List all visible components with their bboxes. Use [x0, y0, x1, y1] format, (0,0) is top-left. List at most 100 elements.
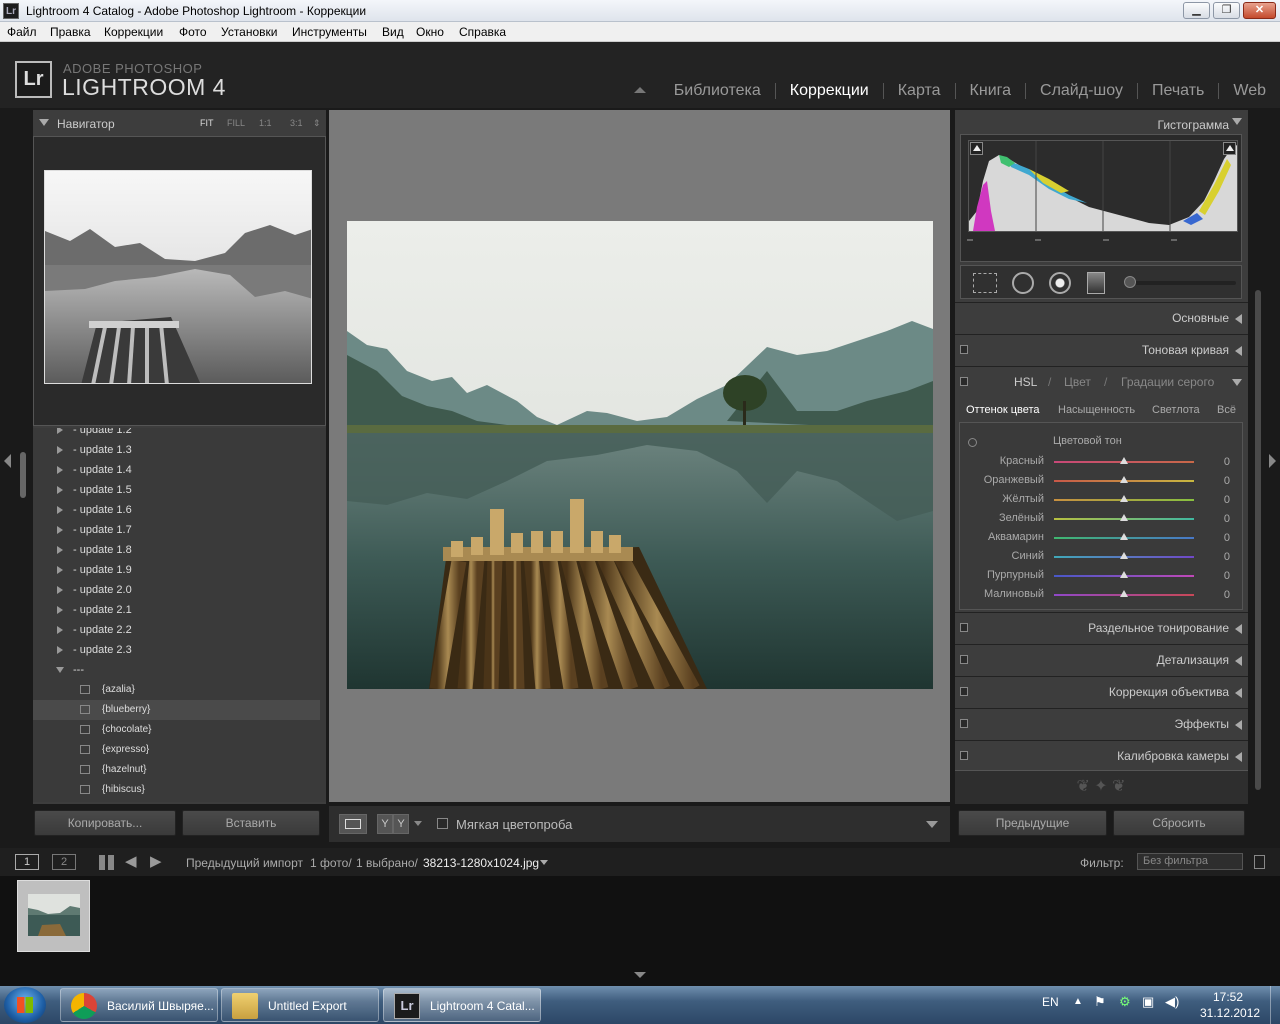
module-library[interactable]: Библиотека: [660, 82, 775, 100]
menu-settings[interactable]: Установки: [221, 25, 277, 39]
module-develop[interactable]: Коррекции: [776, 82, 883, 100]
zoom-fill[interactable]: FILL: [227, 118, 245, 128]
list-item[interactable]: - update 1.2: [33, 428, 320, 440]
slider-orange[interactable]: Оранжевый 0: [960, 471, 1244, 490]
list-item[interactable]: - update 1.3: [33, 440, 320, 460]
zoom-1-1[interactable]: 1:1: [259, 118, 272, 128]
slider-yellow[interactable]: Жёлтый 0: [960, 490, 1244, 509]
expand-arrow-icon[interactable]: [57, 466, 63, 474]
preset-item[interactable]: {expresso}: [33, 740, 320, 760]
expand-arrow-icon[interactable]: [57, 446, 63, 454]
start-button[interactable]: [4, 987, 46, 1023]
expand-triangle-icon[interactable]: [1235, 752, 1242, 762]
navigator-header[interactable]: Навигатор FIT FILL 1:1 3:1 ⇕: [33, 110, 326, 136]
right-scrollbar[interactable]: [1255, 290, 1261, 790]
section-split-toning[interactable]: Раздельное тонирование: [955, 612, 1248, 642]
section-basic[interactable]: Основные: [955, 302, 1248, 332]
list-item[interactable]: - update 2.1: [33, 600, 320, 620]
list-item[interactable]: - update 2.0: [33, 580, 320, 600]
panel-switch-icon[interactable]: [960, 751, 968, 760]
slider-green[interactable]: Зелёный 0: [960, 509, 1244, 528]
reset-button[interactable]: Сбросить: [1113, 810, 1245, 836]
expand-arrow-icon[interactable]: [57, 486, 63, 494]
slider-purple[interactable]: Пурпурный 0: [960, 566, 1244, 585]
filter-lock-icon[interactable]: [1254, 855, 1265, 869]
shadow-clipping-icon[interactable]: [970, 142, 983, 155]
left-scrollbar[interactable]: [20, 452, 26, 498]
section-effects[interactable]: Эффекты: [955, 708, 1248, 738]
collapse-triangle-icon[interactable]: [1232, 379, 1242, 386]
section-detail[interactable]: Детализация: [955, 644, 1248, 674]
show-hidden-icons-icon[interactable]: ▲: [1073, 996, 1083, 1007]
before-after-left-button[interactable]: Y: [377, 814, 393, 834]
graduated-filter-icon[interactable]: [1087, 272, 1105, 294]
filmstrip-thumbnail[interactable]: [17, 880, 90, 952]
display-icon[interactable]: ▣: [1142, 994, 1154, 1010]
before-after-right-button[interactable]: Y: [393, 814, 409, 834]
taskbar-folder[interactable]: Untitled Export: [221, 988, 379, 1022]
network-icon[interactable]: ⚙: [1119, 994, 1131, 1010]
slider-red[interactable]: Красный 0: [960, 452, 1244, 471]
expand-arrow-icon[interactable]: [57, 586, 63, 594]
tab-all[interactable]: Всё: [1217, 404, 1236, 416]
menu-tools[interactable]: Инструменты: [292, 25, 367, 39]
expand-triangle-icon[interactable]: [1235, 346, 1242, 356]
collapse-arrow-icon[interactable]: [56, 667, 64, 673]
module-book[interactable]: Книга: [956, 82, 1025, 100]
module-map[interactable]: Карта: [884, 82, 955, 100]
module-web[interactable]: Web: [1219, 82, 1266, 100]
menu-develop[interactable]: Коррекции: [104, 25, 163, 39]
section-hsl-header[interactable]: HSL / Цвет / Градации серого: [955, 366, 1248, 396]
panel-switch-icon[interactable]: [960, 655, 968, 664]
toolbar-menu-dropdown-icon[interactable]: [926, 821, 938, 828]
slider-aqua[interactable]: Аквамарин 0: [960, 528, 1244, 547]
panel-switch-icon[interactable]: [960, 377, 968, 386]
preset-item-selected[interactable]: {blueberry}: [33, 700, 320, 720]
expand-triangle-icon[interactable]: [1235, 720, 1242, 730]
expand-arrow-icon[interactable]: [57, 626, 63, 634]
list-item[interactable]: - update 2.2: [33, 620, 320, 640]
copy-settings-button[interactable]: Копировать...: [34, 810, 176, 836]
expand-arrow-icon[interactable]: [57, 566, 63, 574]
softproof-checkbox[interactable]: [437, 818, 448, 829]
tab-saturation[interactable]: Насыщенность: [1058, 404, 1135, 416]
expand-arrow-icon[interactable]: [57, 606, 63, 614]
hsl-tab-color[interactable]: Цвет: [1064, 375, 1091, 389]
before-after-dropdown-icon[interactable]: [414, 821, 422, 826]
language-indicator[interactable]: EN: [1042, 995, 1059, 1009]
menu-view[interactable]: Вид: [382, 25, 404, 39]
right-panel-toggle-icon[interactable]: [1269, 454, 1276, 468]
taskbar-chrome[interactable]: Василий Швыряе...: [60, 988, 218, 1022]
taskbar-lightroom[interactable]: Lr Lightroom 4 Catal...: [383, 988, 541, 1022]
zoom-stepper-icon[interactable]: ⇕: [313, 118, 321, 129]
preset-item[interactable]: {hazelnut}: [33, 760, 320, 780]
expand-arrow-icon[interactable]: [57, 526, 63, 534]
navigator-thumbnail[interactable]: [44, 170, 312, 384]
volume-icon[interactable]: ◀): [1165, 994, 1179, 1010]
brush-slider-knob[interactable]: [1124, 276, 1136, 288]
histogram-graph[interactable]: [968, 140, 1238, 232]
tab-hue[interactable]: Оттенок цвета: [966, 404, 1040, 416]
list-item[interactable]: - update 1.4: [33, 460, 320, 480]
highlight-clipping-icon[interactable]: [1223, 142, 1236, 155]
module-slideshow[interactable]: Слайд-шоу: [1026, 82, 1137, 100]
filter-select[interactable]: Без фильтра: [1137, 853, 1243, 870]
menu-file[interactable]: Файл: [7, 25, 37, 39]
zoom-fit[interactable]: FIT: [200, 118, 214, 128]
collapse-triangle-icon[interactable]: [1232, 118, 1242, 125]
tab-luminance[interactable]: Светлота: [1152, 404, 1200, 416]
panel-switch-icon[interactable]: [960, 623, 968, 632]
action-center-flag-icon[interactable]: ⚑: [1094, 994, 1106, 1010]
navigator-preview[interactable]: [33, 136, 326, 426]
preset-item[interactable]: {chocolate}: [33, 720, 320, 740]
main-photo[interactable]: [347, 221, 933, 689]
grid-view-icon[interactable]: [99, 855, 114, 870]
spot-removal-tool-icon[interactable]: [1012, 272, 1034, 294]
collapse-top-arrow-icon[interactable]: [634, 87, 646, 93]
paste-settings-button[interactable]: Вставить: [182, 810, 320, 836]
left-panel-toggle-icon[interactable]: [4, 454, 11, 468]
zoom-3-1[interactable]: 3:1: [290, 118, 303, 128]
list-item[interactable]: - update 1.9: [33, 560, 320, 580]
source-label[interactable]: Предыдущий импорт: [186, 856, 303, 870]
forward-arrow-icon[interactable]: ▶: [150, 854, 162, 869]
